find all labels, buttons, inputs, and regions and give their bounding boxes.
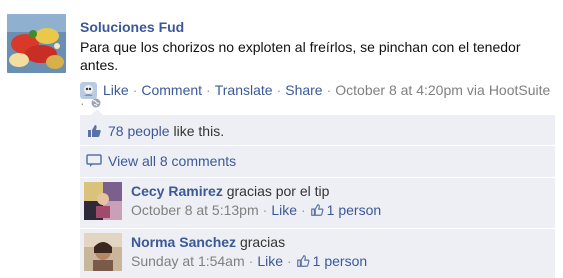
separator-dot: · — [132, 82, 138, 98]
commenter-name[interactable]: Cecy Ramirez — [131, 183, 223, 199]
comment-body: Norma Sanchez gracias — [131, 234, 285, 250]
translate-link[interactable]: Translate — [215, 82, 273, 98]
feedback-box: 78 people like this. View all 8 comments… — [80, 115, 555, 278]
post-text: Para que los chorizos no exploten al fre… — [80, 39, 521, 73]
separator-dot: · — [276, 82, 282, 98]
post-actions-bar: Like · Comment · Translate · Share · Oct… — [80, 76, 560, 104]
separator-dot: · — [248, 253, 254, 269]
comment-meta: October 8 at 5:13pm · Like · 1 person — [131, 202, 381, 218]
thumbs-up-icon — [310, 204, 324, 216]
separator-dot: · — [80, 95, 85, 111]
page-avatar[interactable] — [7, 14, 66, 73]
comment-bubble-icon — [86, 154, 102, 167]
like-link[interactable]: Like — [103, 82, 129, 98]
separator-dot: · — [326, 82, 332, 98]
post-author-name[interactable]: Soluciones Fud — [80, 19, 184, 35]
avatar-image — [84, 182, 122, 220]
comment-timestamp[interactable]: Sunday at 1:54am — [131, 253, 245, 269]
separator-dot: · — [206, 82, 211, 98]
comment-body: Cecy Ramirez gracias por el tip — [131, 183, 329, 199]
separator-dot: · — [262, 202, 268, 218]
likes-count-link[interactable]: 78 people — [108, 123, 170, 139]
globe-icon[interactable] — [91, 98, 101, 108]
commenter-name[interactable]: Norma Sanchez — [131, 234, 236, 250]
thumbs-up-icon — [88, 125, 101, 137]
divider — [80, 145, 555, 146]
via-app-link[interactable]: HootSuite — [489, 82, 550, 98]
comment-text: gracias — [239, 234, 286, 250]
comment-likes-count-link[interactable]: 1 person — [327, 202, 381, 218]
share-link[interactable]: Share — [285, 82, 322, 98]
comment-meta: Sunday at 1:54am · Like · 1 person — [131, 253, 367, 269]
comment-like-link[interactable]: Like — [271, 202, 297, 218]
comment-timestamp[interactable]: October 8 at 5:13pm — [131, 202, 259, 218]
comment-link[interactable]: Comment — [141, 82, 202, 98]
comment-like-link[interactable]: Like — [257, 253, 283, 269]
via-label: via — [466, 82, 485, 98]
likes-row: 78 people like this. — [80, 121, 555, 141]
avatar-image — [84, 233, 122, 271]
view-all-comments-link[interactable]: View all 8 comments — [108, 153, 236, 169]
likes-suffix: like this. — [173, 123, 225, 139]
separator-dot: · — [287, 253, 292, 269]
thumbs-up-icon — [296, 255, 310, 267]
comment-item: Cecy Ramirez gracias por el tip October … — [80, 178, 555, 228]
comment-text: gracias por el tip — [226, 183, 330, 199]
comment-item: Norma Sanchez gracias Sunday at 1:54am ·… — [80, 229, 555, 278]
commenter-avatar[interactable] — [84, 233, 122, 271]
post-timestamp[interactable]: October 8 at 4:20pm — [335, 82, 463, 98]
comment-likes-count-link[interactable]: 1 person — [313, 253, 367, 269]
view-comments-row[interactable]: View all 8 comments — [80, 151, 555, 171]
separator-dot: · — [301, 202, 306, 218]
food-photo-image — [7, 14, 66, 73]
commenter-avatar[interactable] — [84, 182, 122, 220]
